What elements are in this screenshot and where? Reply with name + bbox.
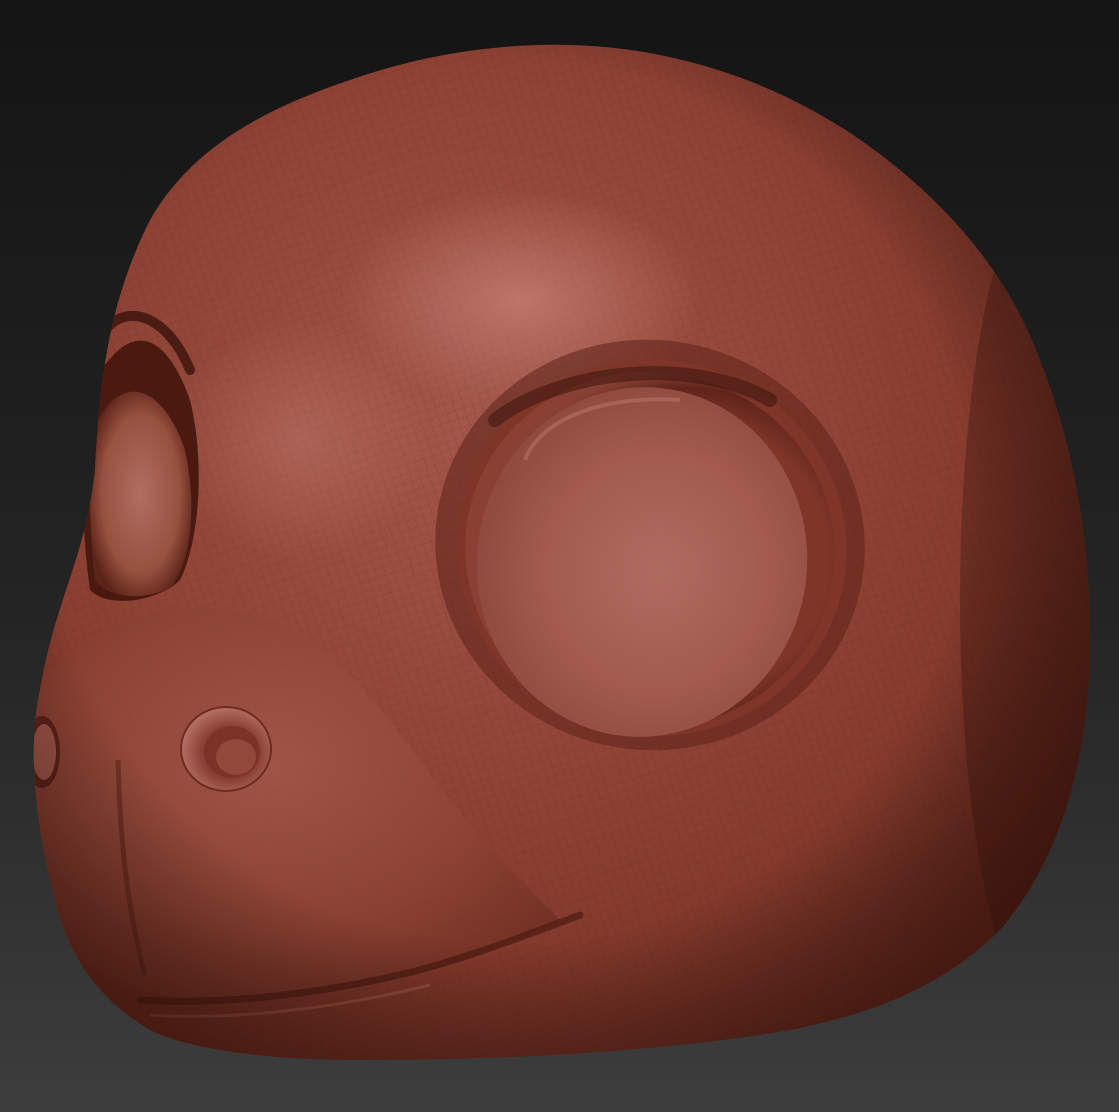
viewport — [0, 0, 1119, 1112]
sculpt-render — [0, 0, 1119, 1112]
